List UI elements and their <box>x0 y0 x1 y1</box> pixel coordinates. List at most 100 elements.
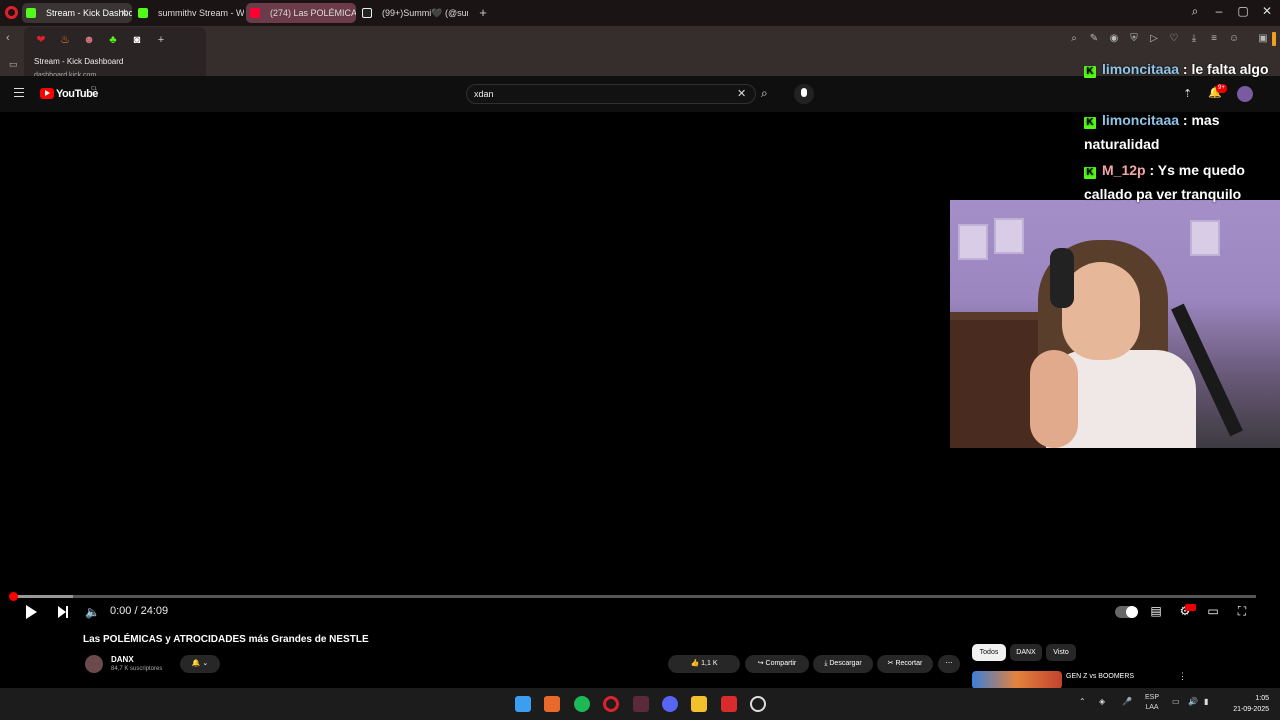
language-indicator[interactable]: ESP LAA <box>1140 693 1164 713</box>
accent-strip <box>1272 32 1276 46</box>
chip-todos[interactable]: Todos <box>972 644 1006 661</box>
channel-name[interactable]: DANX <box>111 655 134 664</box>
recommendation-title[interactable]: GEN Z vs BOOMERS <box>1066 673 1134 680</box>
share-button[interactable]: ↪ Compartir <box>745 655 809 673</box>
clip-button[interactable]: ✂ Recortar <box>877 655 933 673</box>
wall-poster <box>958 224 988 260</box>
sidebar-icon[interactable]: ▣ <box>1256 32 1270 46</box>
edit-icon[interactable]: ✎ <box>1087 32 1101 46</box>
tab-summithv-stream[interactable]: summithv Stream - Watch <box>134 3 244 23</box>
volume-icon[interactable]: 🔈 <box>85 605 100 619</box>
autoplay-knob <box>1126 606 1138 618</box>
spotify-icon[interactable] <box>574 696 590 712</box>
flame-icon[interactable]: ♨ <box>58 33 72 47</box>
upload-icon[interactable]: ⇡ <box>1183 87 1192 100</box>
scrubber-handle[interactable] <box>9 592 18 601</box>
search-icon[interactable]: ⌕ <box>761 86 768 101</box>
new-tab-button[interactable]: + <box>476 6 490 20</box>
close-window-button[interactable]: ✕ <box>1255 4 1279 18</box>
more-actions-button[interactable]: ⋯ <box>938 655 960 673</box>
play-icon[interactable]: ▷ <box>1147 32 1161 46</box>
heart-icon[interactable]: ❤ <box>34 33 48 47</box>
discord-icon[interactable] <box>662 696 678 712</box>
webcam-overlay <box>950 200 1280 448</box>
kick-icon: K <box>1084 167 1096 179</box>
system-clock[interactable]: 1:05 21-09-2025 <box>1225 693 1269 715</box>
tooltip-title: Stream - Kick Dashboard <box>34 57 124 66</box>
tab-youtube-video[interactable]: (274) Las POLÉMICAS y AT <box>246 3 356 23</box>
clock-date: 21-09-2025 <box>1233 706 1269 713</box>
tab-search-icon[interactable]: ⌕ <box>1183 4 1207 19</box>
theater-mode-icon[interactable]: ▭ <box>1203 604 1223 620</box>
heart-outline-icon[interactable]: ♡ <box>1167 32 1181 46</box>
avatar[interactable] <box>1237 86 1253 102</box>
tab-label: (274) Las POLÉMICAS y AT <box>270 8 356 18</box>
time-display: 0:00 / 24:09 <box>110 605 169 617</box>
shelf <box>950 312 1050 320</box>
clock-time: 1:05 <box>1255 695 1269 702</box>
kick-icon <box>26 8 36 18</box>
opera-menu-icon[interactable] <box>5 6 18 19</box>
tab-kick-dashboard[interactable]: Stream - Kick Dashboa ✕ <box>22 3 132 23</box>
channel-avatar[interactable] <box>85 655 103 673</box>
network-icon[interactable]: ▭ <box>1172 697 1180 706</box>
back-icon[interactable]: ‹ <box>6 32 10 44</box>
play-icon[interactable] <box>26 605 37 619</box>
battery-icon[interactable]: ▮ <box>1204 697 1208 706</box>
bell-icon: 🔔 ⌄ <box>191 660 209 667</box>
download-button[interactable]: ⤓ Descargar <box>813 655 873 673</box>
country-code: CL <box>91 86 98 92</box>
chip-visto[interactable]: Visto <box>1046 644 1076 661</box>
file-explorer-icon[interactable] <box>691 696 707 712</box>
maximize-button[interactable]: ▢ <box>1231 4 1255 18</box>
subtitles-icon[interactable]: ▤ <box>1146 604 1166 620</box>
subscribe-bell-button[interactable]: 🔔 ⌄ <box>180 655 220 673</box>
add-pin-icon[interactable]: + <box>154 33 168 47</box>
emoji-icon[interactable]: ☻ <box>82 33 96 47</box>
profile-icon[interactable]: ☺ <box>1227 32 1241 46</box>
chat-message: Klimoncitaaa : le falta algo <box>1084 57 1274 81</box>
menu-icon[interactable]: ≡ <box>1207 32 1221 46</box>
windows-start-icon[interactable] <box>515 696 531 712</box>
tab-tiktok[interactable]: (99+)Summi🖤 (@summi <box>358 3 468 23</box>
mask-icon[interactable]: ◙ <box>130 33 144 47</box>
folder-icon[interactable]: ▭ <box>9 59 18 70</box>
tab-label: (99+)Summi🖤 (@summi <box>382 8 468 18</box>
opera-icon[interactable] <box>603 696 619 712</box>
hd-badge <box>1185 604 1196 611</box>
app-icon[interactable] <box>544 696 560 712</box>
app-icon[interactable] <box>633 696 649 712</box>
shield-icon[interactable]: ⛨ <box>1127 32 1141 46</box>
clover-icon[interactable]: ♣ <box>106 33 120 47</box>
close-icon[interactable]: ✕ <box>120 3 128 23</box>
download-icon[interactable]: ⤓ <box>1187 32 1201 46</box>
tray-icon[interactable]: ◈ <box>1099 697 1105 706</box>
microphone-tray-icon[interactable]: 🎤 <box>1122 697 1132 706</box>
like-button[interactable]: 👍 1,1 K <box>668 655 740 673</box>
fullscreen-icon[interactable]: ⛶ <box>1232 604 1252 620</box>
download-label: Descargar <box>829 660 862 667</box>
search-input[interactable]: xdan <box>474 89 494 99</box>
tab-label: Stream - Kick Dashboa <box>46 8 132 18</box>
like-icon: 👍 <box>690 660 702 667</box>
next-icon[interactable] <box>58 606 68 618</box>
clear-search-icon[interactable]: ✕ <box>737 87 746 100</box>
chip-danx[interactable]: DANX <box>1010 644 1042 661</box>
wall-poster <box>994 218 1024 254</box>
share-icon: ↪ <box>757 660 766 667</box>
app-icon[interactable] <box>750 696 766 712</box>
lens-icon[interactable]: ⌕ <box>1067 32 1081 46</box>
search-box[interactable] <box>466 84 756 104</box>
recommendation-thumbnail[interactable] <box>972 671 1062 689</box>
camera-icon[interactable]: ◉ <box>1107 32 1121 46</box>
app-icon[interactable] <box>721 696 737 712</box>
show-hidden-icons[interactable]: ⌃ <box>1079 697 1086 706</box>
volume-tray-icon[interactable]: 🔊 <box>1188 697 1198 706</box>
minimize-button[interactable]: – <box>1207 4 1231 18</box>
microphone-icon <box>801 88 807 97</box>
recommendation-menu-icon[interactable]: ⋮ <box>1178 671 1187 682</box>
progress-bar[interactable] <box>12 595 1256 598</box>
youtube-icon <box>250 8 260 18</box>
buffer-bar <box>12 595 73 598</box>
menu-icon[interactable] <box>14 88 24 97</box>
